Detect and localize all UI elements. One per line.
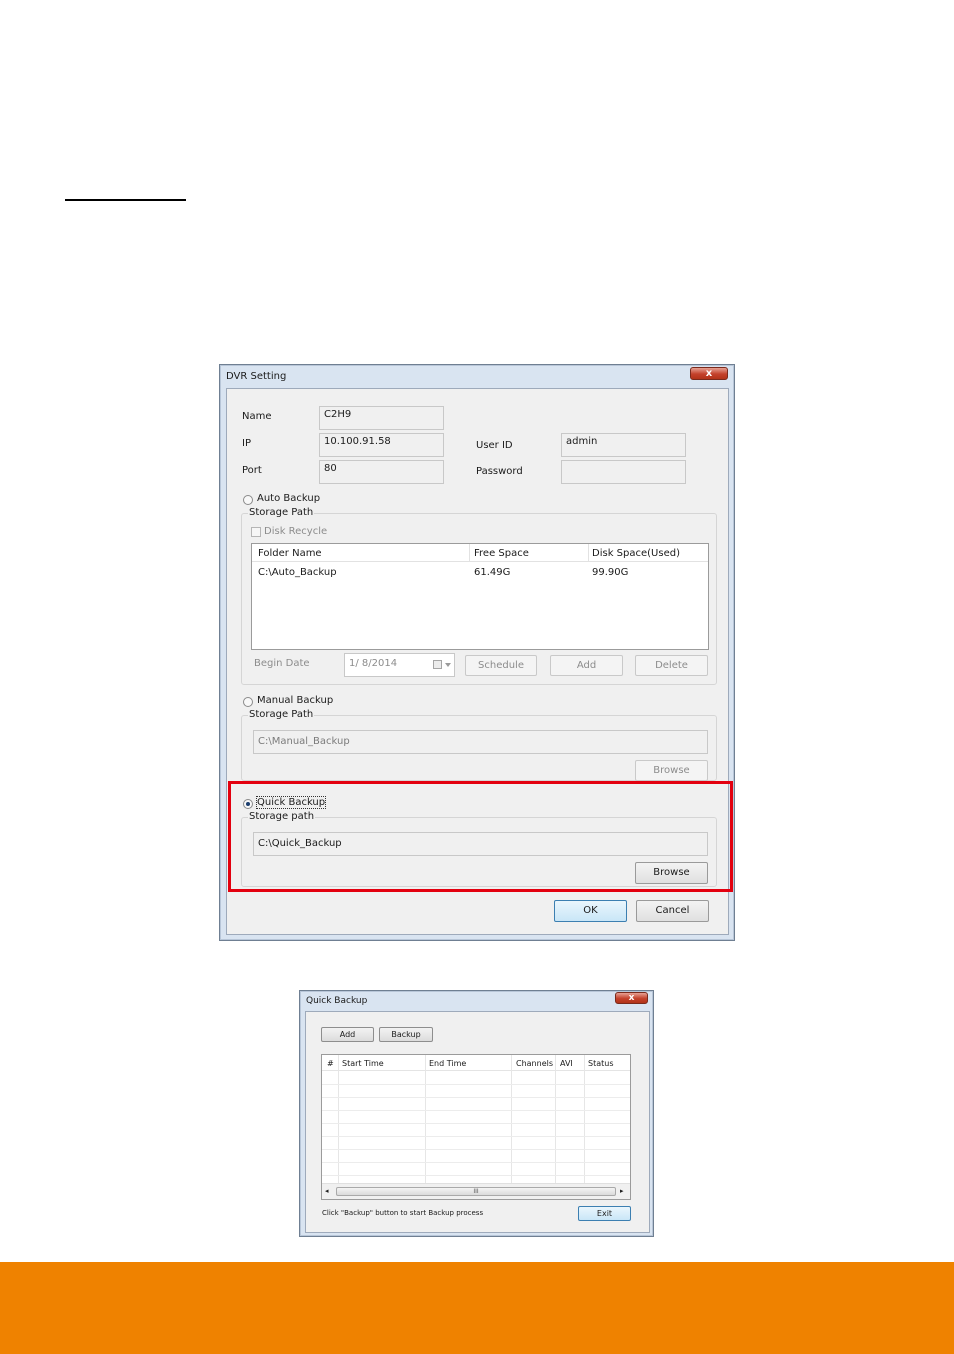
grid-row-line [322, 1136, 630, 1137]
column-start-time[interactable]: Start Time [342, 1059, 384, 1068]
backup-hint-text: Click "Backup" button to start Backup pr… [322, 1209, 484, 1217]
table-row[interactable]: C:\Auto_Backup 61.49G 99.90G [252, 564, 708, 582]
auto-backup-folder-list[interactable]: Folder Name Free Space Disk Space(Used) … [251, 543, 709, 650]
ok-button[interactable]: OK [554, 900, 627, 922]
scroll-right-icon[interactable]: ▸ [620, 1187, 624, 1195]
delete-button[interactable]: Delete [635, 655, 708, 676]
password-field[interactable] [561, 460, 686, 484]
column-free-space[interactable]: Free Space [474, 548, 529, 559]
quick-client-area: Add Backup # Start Time End Time Channel… [305, 1011, 650, 1233]
quick-window-title: Quick Backup [306, 996, 368, 1006]
quick-backup-window: Quick Backup x Add Backup # Start Time E… [299, 990, 654, 1237]
calendar-icon[interactable] [433, 660, 442, 669]
grid-column-line [584, 1055, 585, 1183]
grid-row-line [322, 1084, 630, 1085]
manual-backup-label: Manual Backup [257, 695, 334, 706]
manual-storage-path-label: Storage Path [248, 709, 315, 720]
grid-column-line [425, 1055, 426, 1183]
manual-backup-radio[interactable] [243, 697, 253, 707]
begin-date-label: Begin Date [254, 658, 310, 669]
scroll-left-icon[interactable]: ◂ [325, 1187, 329, 1195]
grid-column-line [555, 1055, 556, 1183]
column-disk-space-used[interactable]: Disk Space(Used) [592, 548, 680, 559]
column-end-time[interactable]: End Time [429, 1059, 466, 1068]
list-header: Folder Name Free Space Disk Space(Used) [252, 544, 708, 562]
grid-row-line [322, 1097, 630, 1098]
scrollbar-thumb[interactable]: III [336, 1187, 616, 1196]
grid-row-line [322, 1110, 630, 1111]
begin-date-value: 1/ 8/2014 [349, 658, 398, 669]
disk-recycle-label: Disk Recycle [264, 526, 328, 537]
ip-label: IP [242, 438, 251, 449]
auto-backup-radio[interactable] [243, 495, 253, 505]
column-status[interactable]: Status [588, 1059, 614, 1068]
column-folder-name[interactable]: Folder Name [258, 548, 322, 559]
grid-column-line [338, 1055, 339, 1183]
backup-task-list[interactable]: # Start Time End Time Channels AVI Statu… [321, 1054, 631, 1200]
begin-date-picker[interactable]: 1/ 8/2014 [344, 653, 455, 677]
column-channels[interactable]: Channels [516, 1059, 553, 1068]
quick-backup-highlight [228, 781, 733, 892]
cancel-button[interactable]: Cancel [636, 900, 709, 922]
quick-add-button[interactable]: Add [321, 1027, 374, 1042]
grid-row-line [322, 1162, 630, 1163]
grid-row-line [322, 1149, 630, 1150]
row-free-space: 61.49G [474, 567, 511, 578]
port-label: Port [242, 465, 262, 476]
heading-underline [65, 199, 186, 201]
name-field[interactable]: C2H9 [319, 406, 444, 430]
dvr-setting-window: DVR Setting x Name C2H9 IP 10.100.91.58 … [219, 364, 735, 941]
add-button[interactable]: Add [550, 655, 623, 676]
grid-column-line [511, 1055, 512, 1183]
scroll-grip-icon: III [473, 1188, 479, 1195]
column-divider [588, 544, 589, 562]
auto-storage-path-label: Storage Path [248, 507, 315, 518]
quick-close-button[interactable]: x [615, 992, 648, 1004]
close-icon: x [628, 993, 635, 1003]
name-label: Name [242, 411, 272, 422]
userid-label: User ID [476, 440, 513, 451]
column-divider [469, 544, 470, 562]
manual-browse-button[interactable]: Browse [635, 760, 708, 781]
exit-button[interactable]: Exit [578, 1206, 631, 1221]
column-avi[interactable]: AVI [560, 1059, 573, 1068]
password-label: Password [476, 466, 523, 477]
column-index[interactable]: # [327, 1059, 334, 1068]
close-icon: x [705, 368, 713, 379]
row-disk-space-used: 99.90G [592, 567, 629, 578]
ip-field[interactable]: 10.100.91.58 [319, 433, 444, 457]
manual-path-field[interactable]: C:\Manual_Backup [253, 730, 708, 754]
auto-backup-label: Auto Backup [257, 493, 321, 504]
row-folder-name: C:\Auto_Backup [258, 567, 337, 578]
footer-bar [0, 1262, 954, 1354]
quick-backup-button[interactable]: Backup [379, 1027, 433, 1042]
grid-row-line [322, 1175, 630, 1176]
disk-recycle-checkbox[interactable] [251, 527, 261, 537]
schedule-button[interactable]: Schedule [465, 655, 537, 676]
close-button[interactable]: x [690, 367, 728, 380]
grid-row-line [322, 1123, 630, 1124]
horizontal-scrollbar[interactable]: ◂ III ▸ [322, 1183, 630, 1199]
chevron-down-icon[interactable] [445, 663, 451, 667]
dialog-client-area: Name C2H9 IP 10.100.91.58 Port 80 User I… [226, 388, 733, 935]
port-field[interactable]: 80 [319, 460, 444, 484]
userid-field[interactable]: admin [561, 433, 686, 457]
window-title: DVR Setting [226, 371, 287, 382]
